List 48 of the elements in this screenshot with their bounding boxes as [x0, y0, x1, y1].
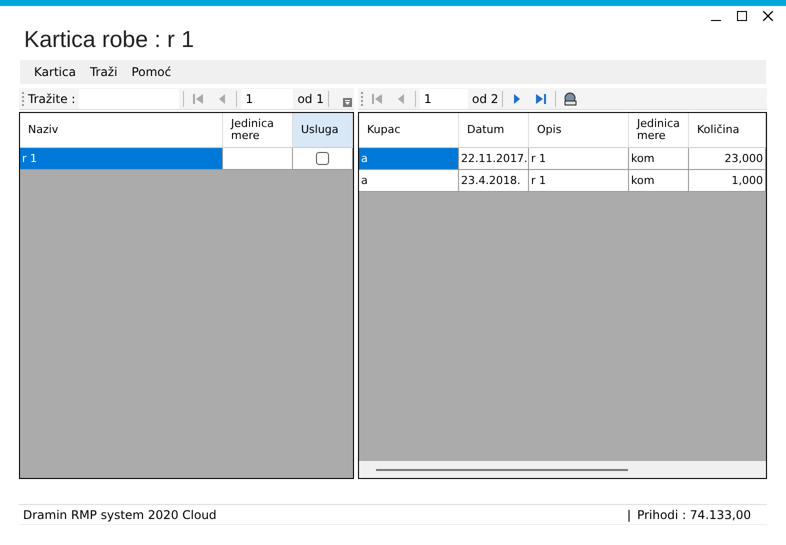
income-total: Prihodi : 74.133,00 [637, 508, 751, 522]
status-text: Dramin RMP system 2020 Cloud [23, 508, 217, 522]
triangle-left-icon [217, 94, 228, 104]
triangle-right-icon [512, 94, 522, 104]
search-field[interactable] [79, 88, 180, 108]
page-field[interactable]: 1 [241, 88, 294, 108]
column-header[interactable]: Opis [529, 113, 629, 148]
scrollbar-thumb[interactable] [376, 468, 628, 470]
table-cell[interactable] [223, 148, 293, 170]
skip-back-icon [193, 94, 204, 104]
table-cell[interactable]: a [359, 148, 459, 170]
column-header[interactable]: Datum [459, 113, 529, 148]
table-cell[interactable]: r 1 [20, 148, 223, 170]
menu-item[interactable]: Traži [84, 65, 124, 79]
page-count: od 2 [472, 92, 498, 106]
column-header[interactable]: Usluga [293, 113, 353, 148]
menu-item[interactable]: Pomoć [125, 65, 178, 79]
table-cell[interactable]: r 1 [529, 148, 629, 170]
status-separator: | [627, 508, 632, 522]
maximize-icon [737, 11, 747, 21]
maximize-button[interactable] [734, 8, 750, 24]
column-header[interactable]: Jedinica mere [629, 113, 689, 148]
table-cell[interactable]: 22.11.2017. [459, 148, 529, 170]
menu-item[interactable]: Kartica [28, 65, 82, 79]
horizontal-scrollbar[interactable] [359, 461, 766, 478]
table-cell[interactable]: kom [629, 148, 689, 170]
table-cell[interactable]: r 1 [529, 170, 629, 192]
table-cell[interactable]: a [359, 170, 459, 192]
page-field[interactable]: 1 [420, 88, 468, 108]
checkbox[interactable] [316, 152, 329, 165]
overflow-icon[interactable] [343, 98, 352, 107]
skip-forward-icon [536, 94, 546, 104]
table-cell[interactable]: 1,000 [689, 170, 766, 192]
column-header[interactable]: Jedinica mere [223, 113, 293, 148]
window-title: Kartica robe : r 1 [23, 25, 196, 54]
printer-icon [562, 90, 578, 106]
close-button[interactable] [760, 8, 776, 24]
triangle-left-icon [396, 94, 406, 104]
column-header[interactable]: Naziv [20, 113, 223, 148]
skip-back-icon [372, 94, 382, 104]
page-count: od 1 [297, 92, 324, 106]
close-icon [763, 11, 773, 21]
table-cell[interactable]: 23,000 [689, 148, 766, 170]
search-label: Tražite : [28, 92, 76, 106]
column-header[interactable]: Količina [689, 113, 766, 148]
table-cell[interactable]: 23.4.2018. [459, 170, 529, 192]
column-header[interactable]: Kupac [359, 113, 459, 148]
table-cell[interactable]: kom [629, 170, 689, 192]
